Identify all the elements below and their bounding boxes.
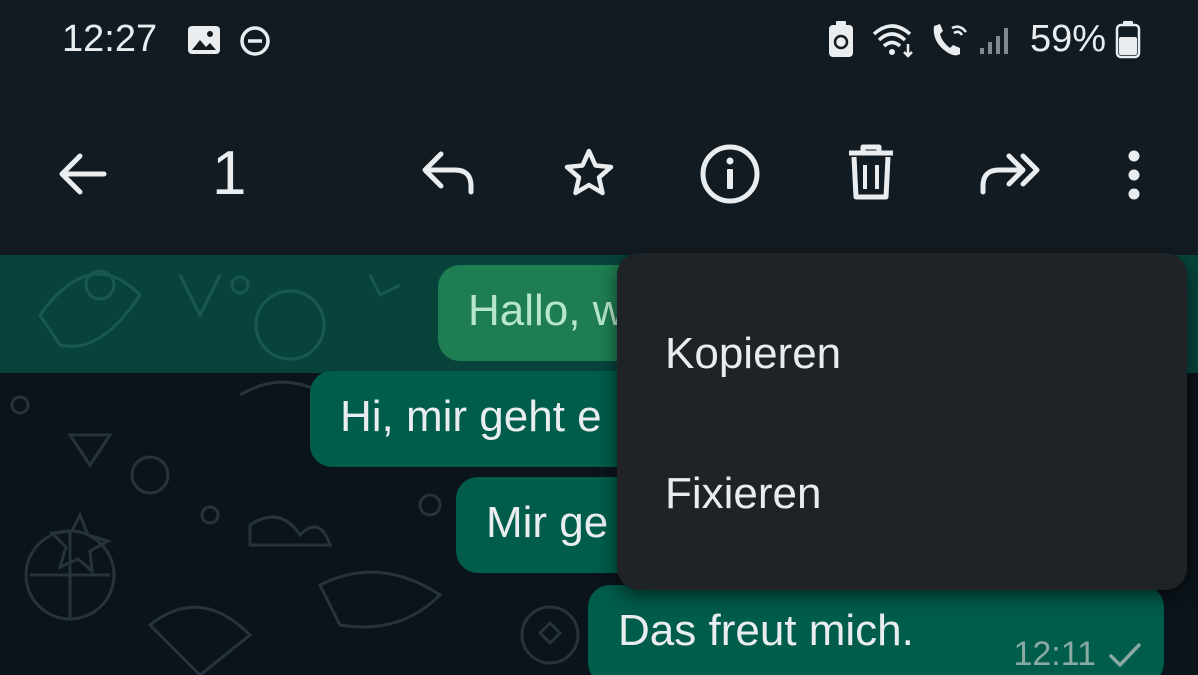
battery-percent: 59%	[1030, 18, 1107, 60]
gallery-icon	[188, 26, 220, 54]
wifi-call-icon	[933, 24, 967, 56]
reply-button[interactable]	[416, 140, 482, 206]
message-text: Hi, mir geht e	[340, 392, 602, 441]
message-bubble[interactable]: Das freut mich. 12:11	[588, 585, 1164, 675]
wifi-icon	[872, 24, 913, 58]
message-text: Mir ge	[486, 498, 609, 547]
status-time: 12:27	[62, 18, 158, 60]
selected-count: 1	[212, 139, 247, 208]
delete-icon	[849, 144, 893, 200]
message-text: Hallo, w	[468, 286, 625, 335]
message-time: 12:11	[1013, 635, 1096, 673]
back-button[interactable]	[50, 142, 114, 206]
star-button[interactable]	[556, 140, 622, 206]
delete-button[interactable]	[838, 138, 904, 206]
star-icon	[564, 148, 614, 196]
menu-item-copy[interactable]: Kopieren	[617, 283, 1187, 423]
context-menu: Kopieren Fixieren	[617, 253, 1187, 590]
message-text: Das freut mich.	[618, 606, 914, 655]
dnd-icon	[240, 26, 270, 56]
more-options-button[interactable]	[1110, 140, 1158, 210]
selection-action-bar: 1	[0, 80, 1198, 255]
menu-item-label: Kopieren	[665, 329, 842, 378]
info-button[interactable]	[696, 140, 764, 208]
status-bar: 12:27 59%	[0, 0, 1198, 80]
more-vert-icon	[1128, 150, 1140, 200]
battery-saver-icon	[829, 21, 853, 57]
forward-button[interactable]	[976, 140, 1046, 206]
reply-icon	[422, 151, 474, 195]
battery-icon	[1115, 21, 1141, 59]
sent-check-icon	[1109, 643, 1141, 667]
back-arrow-icon	[59, 153, 107, 195]
menu-item-label: Fixieren	[665, 469, 822, 518]
signal-icon	[980, 28, 1008, 54]
forward-icon	[980, 153, 1040, 195]
menu-item-pin[interactable]: Fixieren	[617, 423, 1187, 563]
info-icon	[700, 144, 760, 204]
